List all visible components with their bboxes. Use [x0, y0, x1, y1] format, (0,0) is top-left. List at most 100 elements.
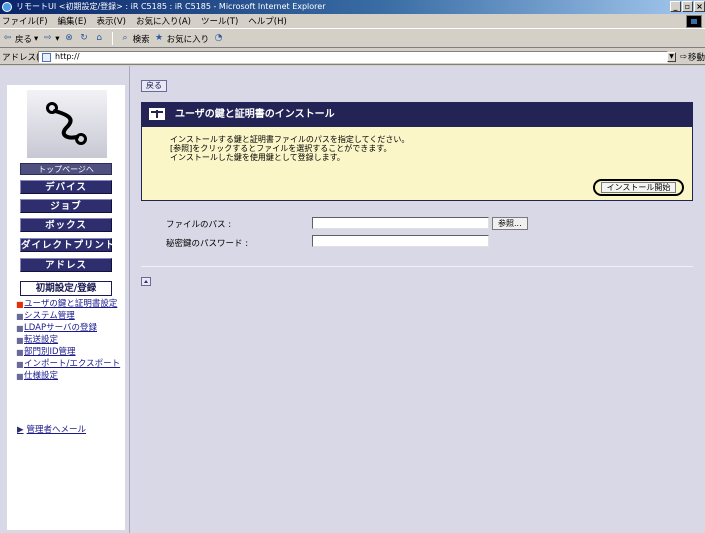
menu-favorites[interactable]: お気に入り(A)	[136, 15, 191, 27]
back-toolbar-label: 戻る	[15, 34, 33, 45]
history-toolbar-button[interactable]: ◔	[213, 33, 224, 44]
install-start-button[interactable]: インストール開始	[600, 182, 677, 193]
stop-toolbar-button[interactable]: ⊗	[64, 33, 75, 44]
refresh-toolbar-button[interactable]: ↻	[79, 33, 90, 44]
back-arrow-icon: ⇦	[3, 33, 12, 43]
forward-arrow-icon: ⇨	[44, 33, 52, 43]
history-icon: ◔	[214, 33, 223, 43]
menu-edit[interactable]: 編集(E)	[58, 15, 87, 27]
toolbar-separator	[111, 32, 113, 45]
back-dropdown-icon: ▾	[34, 33, 39, 44]
go-arrow-icon: ⇨	[679, 52, 687, 62]
page-content: トップページへ デバイス ジョブ ボックス ダイレクトプリント アドレス 初期設…	[0, 66, 705, 533]
window-title: リモートUI <初期設定/登録> : iR C5185 : iR C5185 -…	[16, 2, 326, 11]
window-title-bar: リモートUI <初期設定/登録> : iR C5185 : iR C5185 -…	[0, 0, 705, 14]
stop-icon: ⊗	[65, 33, 73, 43]
window-controls: _ ▫ ×	[670, 1, 705, 12]
close-button[interactable]: ×	[694, 1, 705, 12]
submenu-forwarding[interactable]: ■ 転送設定	[16, 335, 124, 346]
divider	[141, 266, 693, 267]
sidebar-panel: トップページへ デバイス ジョブ ボックス ダイレクトプリント アドレス 初期設…	[7, 85, 125, 530]
search-toolbar-button[interactable]: ⌕ 検索	[120, 33, 150, 45]
submenu-import-export[interactable]: ■ インポート/エクスポート	[16, 359, 124, 370]
search-toolbar-label: 検索	[132, 34, 150, 45]
page-title: ユーザの鍵と証明書のインストール	[175, 109, 335, 120]
bullet-icon: ■	[16, 372, 24, 381]
submenu-label: 転送設定	[24, 335, 59, 345]
private-key-password-input[interactable]	[312, 235, 489, 247]
nav-job[interactable]: ジョブ	[20, 199, 112, 213]
favorites-toolbar-label: お気に入り	[166, 34, 210, 45]
nav-direct-print[interactable]: ダイレクトプリント	[20, 238, 115, 252]
instruction-line: インストールした鍵を使用鍵として登録します。	[170, 153, 345, 162]
go-button[interactable]: ⇨ 移動	[680, 51, 705, 63]
menu-help[interactable]: ヘルプ(H)	[248, 15, 287, 27]
admin-mail-link[interactable]: ▶ 管理者へメール	[17, 423, 86, 435]
address-input[interactable]: http://	[38, 51, 668, 63]
minimize-button[interactable]: _	[670, 1, 681, 12]
browse-button[interactable]: 参照...	[492, 217, 528, 230]
bullet-icon: ■	[16, 324, 24, 333]
instruction-line: [参照]をクリックするとファイルを選択することができます。	[170, 144, 392, 153]
submenu-specification[interactable]: ■ 仕様設定	[16, 371, 124, 382]
nav-box[interactable]: ボックス	[20, 218, 112, 232]
submenu-ldap-server[interactable]: ■ LDAPサーバの登録	[16, 323, 124, 334]
back-toolbar-button[interactable]: ⇦ 戻る ▾	[2, 33, 39, 45]
maximize-button[interactable]: ▫	[682, 1, 693, 12]
submenu-user-key-cert[interactable]: ■ ユーザの鍵と証明書設定	[16, 299, 124, 310]
home-icon: ⌂	[96, 33, 102, 43]
install-start-button-highlight: インストール開始	[593, 179, 684, 196]
back-page-button[interactable]: 戻る	[141, 80, 167, 92]
triangle-right-icon: ▶	[17, 425, 24, 435]
nav-device[interactable]: デバイス	[20, 180, 112, 194]
submenu-system-management[interactable]: ■ システム管理	[16, 311, 124, 322]
key-certificate-icon	[149, 108, 165, 120]
windows-logo-icon	[686, 15, 702, 28]
standard-toolbar: ⇦ 戻る ▾ ⇨ ▾ ⊗ ↻ ⌂ ⌕ 検索 ★ お気に入り ◔	[0, 30, 705, 48]
bullet-icon: ■	[16, 336, 24, 345]
home-toolbar-button[interactable]: ⌂	[94, 33, 105, 44]
bullet-icon: ■	[16, 312, 24, 321]
nav-address[interactable]: アドレス	[20, 258, 112, 272]
bullet-icon: ■	[16, 360, 24, 369]
refresh-icon: ↻	[80, 33, 88, 43]
sidebar: トップページへ デバイス ジョブ ボックス ダイレクトプリント アドレス 初期設…	[0, 66, 130, 533]
menu-file[interactable]: ファイル(F)	[2, 15, 48, 27]
go-label: 移動	[687, 53, 705, 63]
private-key-password-label: 秘密鍵のパスワード :	[166, 239, 249, 249]
menu-tools[interactable]: ツール(T)	[201, 15, 238, 27]
remote-ui-logo	[27, 90, 107, 158]
nav-settings-registration[interactable]: 初期設定/登録	[20, 281, 112, 296]
submenu-label: インポート/エクスポート	[24, 359, 121, 369]
menu-bar: ファイル(F) 編集(E) 表示(V) お気に入り(A) ツール(T) ヘルプ(…	[0, 14, 705, 29]
submenu-label: 部門別ID管理	[24, 347, 76, 357]
search-icon: ⌕	[122, 33, 128, 43]
forward-toolbar-button[interactable]: ⇨ ▾	[42, 33, 60, 44]
submenu-label: LDAPサーバの登録	[24, 323, 97, 333]
submenu-label: ユーザの鍵と証明書設定	[24, 299, 118, 309]
instruction-line: インストールする鍵と証明書ファイルのパスを指定してください。	[170, 135, 410, 144]
address-bar: アドレス(D) http:// ▼ ⇨ 移動	[0, 49, 705, 65]
page-icon	[42, 53, 51, 62]
address-dropdown-button[interactable]: ▼	[667, 52, 676, 62]
favorites-icon: ★	[155, 33, 164, 43]
file-path-input[interactable]	[312, 217, 489, 229]
settings-submenu: ■ ユーザの鍵と証明書設定 ■ システム管理 ■ LDAPサーバの登録 ■ 転送設定 ■…	[16, 300, 124, 384]
bullet-icon: ■	[16, 348, 24, 357]
submenu-label: システム管理	[24, 311, 75, 321]
submenu-label: 仕様設定	[24, 371, 59, 381]
favorites-toolbar-button[interactable]: ★ お気に入り	[154, 33, 210, 45]
file-path-label: ファイルのパス :	[166, 220, 232, 230]
admin-mail-label: 管理者へメール	[26, 425, 87, 435]
panel-header: ユーザの鍵と証明書のインストール	[141, 102, 693, 127]
address-url: http://	[55, 52, 80, 61]
main-panel: 戻る ユーザの鍵と証明書のインストール インストールする鍵と証明書ファイルのパス…	[131, 66, 705, 533]
remote-ui-logo-icon	[46, 102, 87, 145]
page-top-icon[interactable]	[141, 277, 151, 286]
menu-view[interactable]: 表示(V)	[97, 15, 126, 27]
submenu-department-id[interactable]: ■ 部門別ID管理	[16, 347, 124, 358]
forward-dropdown-icon: ▾	[55, 33, 60, 44]
current-bullet-icon: ■	[16, 300, 24, 309]
ie-logo-icon	[2, 2, 12, 12]
top-page-link[interactable]: トップページへ	[20, 163, 112, 175]
